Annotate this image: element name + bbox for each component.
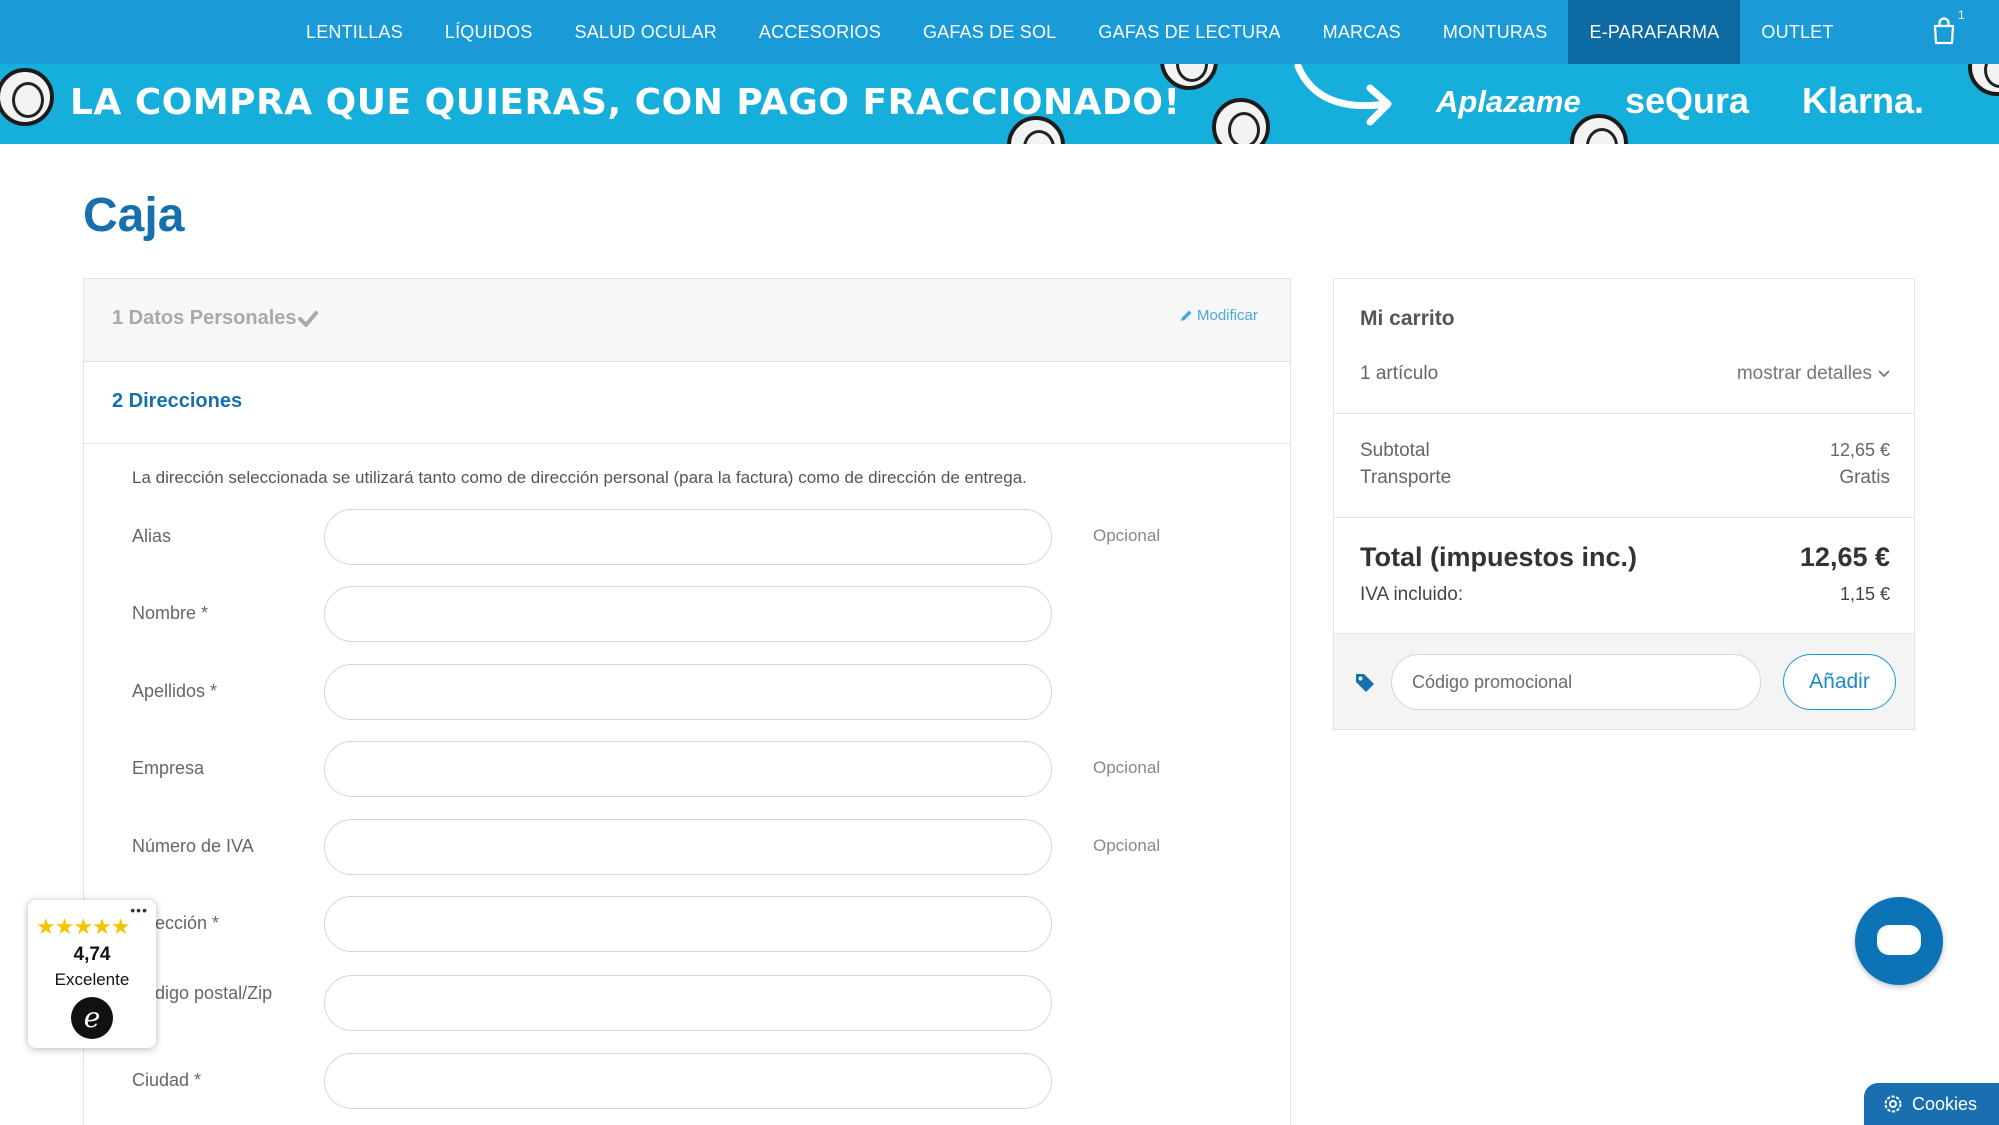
nav-item-marcas[interactable]: MARCAS: [1302, 0, 1422, 64]
address-input[interactable]: [324, 896, 1052, 952]
cookies-button[interactable]: Cookies: [1864, 1083, 1999, 1125]
shipping-value: Gratis: [1839, 467, 1890, 488]
field-label: Nombre *: [132, 603, 209, 623]
form-row-codigo-postal: Código postal/Zip: [84, 975, 1290, 1031]
nav-item-gafas-de-sol[interactable]: GAFAS DE SOL: [902, 0, 1077, 64]
modify-link[interactable]: Modificar: [1179, 307, 1258, 324]
form-row-ciudad: Ciudad *: [84, 1053, 1290, 1109]
nav-item-outlet[interactable]: OUTLET: [1740, 0, 1854, 64]
cart-item-count: 1 artículo: [1360, 363, 1439, 384]
page-title: Caja: [83, 189, 185, 242]
field-label: Número de IVA: [132, 836, 254, 856]
form-row-empresa: Empresa Opcional: [84, 741, 1290, 797]
cookies-label: Cookies: [1912, 1093, 1978, 1114]
arrow-icon: [1294, 64, 1392, 126]
form-row-alias: Alias Opcional: [84, 509, 1290, 565]
top-navigation: LENTILLAS LÍQUIDOS SALUD OCULAR ACCESORI…: [0, 0, 1999, 64]
step-addresses-title: 2 Direcciones: [112, 390, 243, 412]
nav-item-e-parafarma[interactable]: E-PARAFARMA: [1568, 0, 1741, 64]
shopping-bag-icon[interactable]: [1930, 16, 1958, 46]
add-promo-button[interactable]: Añadir: [1783, 654, 1896, 710]
klarna-logo: Klarna.: [1802, 80, 1925, 121]
cart-title: Mi carrito: [1360, 307, 1455, 330]
step-personal-data[interactable]: 1 Datos Personales Modificar: [84, 279, 1290, 362]
nav-menu: LENTILLAS LÍQUIDOS SALUD OCULAR ACCESORI…: [285, 0, 1855, 64]
optional-label: Opcional: [1093, 526, 1161, 545]
promo-code-section: Añadir: [1334, 633, 1914, 729]
company-input[interactable]: [324, 741, 1052, 797]
step-personal-data-title: 1 Datos Personales: [112, 307, 297, 329]
optional-label: Opcional: [1093, 836, 1161, 855]
modify-label: Modificar: [1197, 307, 1258, 324]
cart-summary: Mi carrito 1 artículo mostrar detalles S…: [1333, 278, 1915, 730]
tag-icon: [1356, 674, 1374, 692]
field-label: Empresa: [132, 758, 205, 778]
nav-item-monturas[interactable]: MONTURAS: [1422, 0, 1569, 64]
rating-stars: ★★★★★: [36, 914, 131, 939]
chevron-down-icon: [1878, 370, 1890, 378]
divider: [1334, 517, 1914, 518]
form-row-apellidos: Apellidos *: [84, 664, 1290, 720]
nav-item-gafas-de-lectura[interactable]: GAFAS DE LECTURA: [1077, 0, 1301, 64]
total-label: Total (impuestos inc.): [1360, 542, 1638, 572]
divider: [1334, 413, 1914, 414]
show-details-link[interactable]: mostrar detalles: [1737, 363, 1890, 385]
postal-code-input[interactable]: [324, 975, 1052, 1031]
promo-code-input[interactable]: [1391, 654, 1761, 710]
coin-image: [1212, 98, 1270, 144]
shipping-label: Transporte: [1360, 467, 1452, 488]
payment-banner[interactable]: LA COMPRA QUE QUIERAS, CON PAGO FRACCION…: [0, 64, 1999, 144]
field-label: Apellidos *: [132, 681, 218, 701]
field-label: Alias: [132, 526, 172, 546]
checkout-steps: 1 Datos Personales Modificar 2 Direccion…: [83, 278, 1291, 1125]
rating-label: Excelente: [54, 970, 130, 989]
trusted-shops-widget[interactable]: ••• ★★★★★ 4,74 Excelente e: [28, 900, 156, 1048]
banner-headline: LA COMPRA QUE QUIERAS, CON PAGO FRACCION…: [70, 82, 1181, 123]
city-input[interactable]: [324, 1053, 1052, 1109]
coin-image: [0, 68, 54, 126]
vat-number-input[interactable]: [324, 819, 1052, 875]
cart-count-badge: 1: [1958, 8, 1965, 22]
subtotal-value: 12,65 €: [1829, 440, 1890, 460]
show-details-label: mostrar detalles: [1736, 363, 1872, 384]
last-name-input[interactable]: [324, 664, 1052, 720]
address-note: La dirección seleccionada se utilizará t…: [132, 468, 1027, 487]
field-label: Ciudad *: [132, 1070, 202, 1090]
subtotal-label: Subtotal: [1360, 440, 1430, 461]
trusted-shops-logo: e: [71, 997, 113, 1039]
nav-item-accesorios[interactable]: ACCESORIOS: [738, 0, 902, 64]
pencil-icon: [1181, 310, 1192, 321]
gear-icon: [1884, 1095, 1902, 1113]
nav-item-salud-ocular[interactable]: SALUD OCULAR: [553, 0, 737, 64]
vat-label: IVA incluido:: [1360, 584, 1464, 605]
alias-input[interactable]: [324, 509, 1052, 565]
sequra-logo: seQura: [1625, 80, 1750, 121]
form-row-direccion: Dirección *: [84, 896, 1290, 952]
first-name-input[interactable]: [324, 586, 1052, 642]
step-addresses[interactable]: 2 Direcciones: [84, 362, 1290, 444]
chat-bubble-icon: [1877, 925, 1921, 955]
more-options-icon[interactable]: •••: [130, 902, 148, 918]
coin-image: [1968, 64, 1999, 96]
nav-item-liquidos[interactable]: LÍQUIDOS: [424, 0, 554, 64]
vat-value: 1,15 €: [1839, 584, 1890, 604]
rating-score: 4,74: [73, 944, 111, 965]
aplazame-logo: Aplazame: [1436, 84, 1581, 119]
total-value: 12,65 €: [1799, 542, 1890, 572]
chat-button[interactable]: [1855, 897, 1943, 985]
checkmark-icon: [298, 311, 318, 327]
optional-label: Opcional: [1093, 758, 1161, 777]
form-row-nombre: Nombre *: [84, 586, 1290, 642]
nav-item-lentillas[interactable]: LENTILLAS: [285, 0, 424, 64]
form-row-iva: Número de IVA Opcional: [84, 819, 1290, 875]
